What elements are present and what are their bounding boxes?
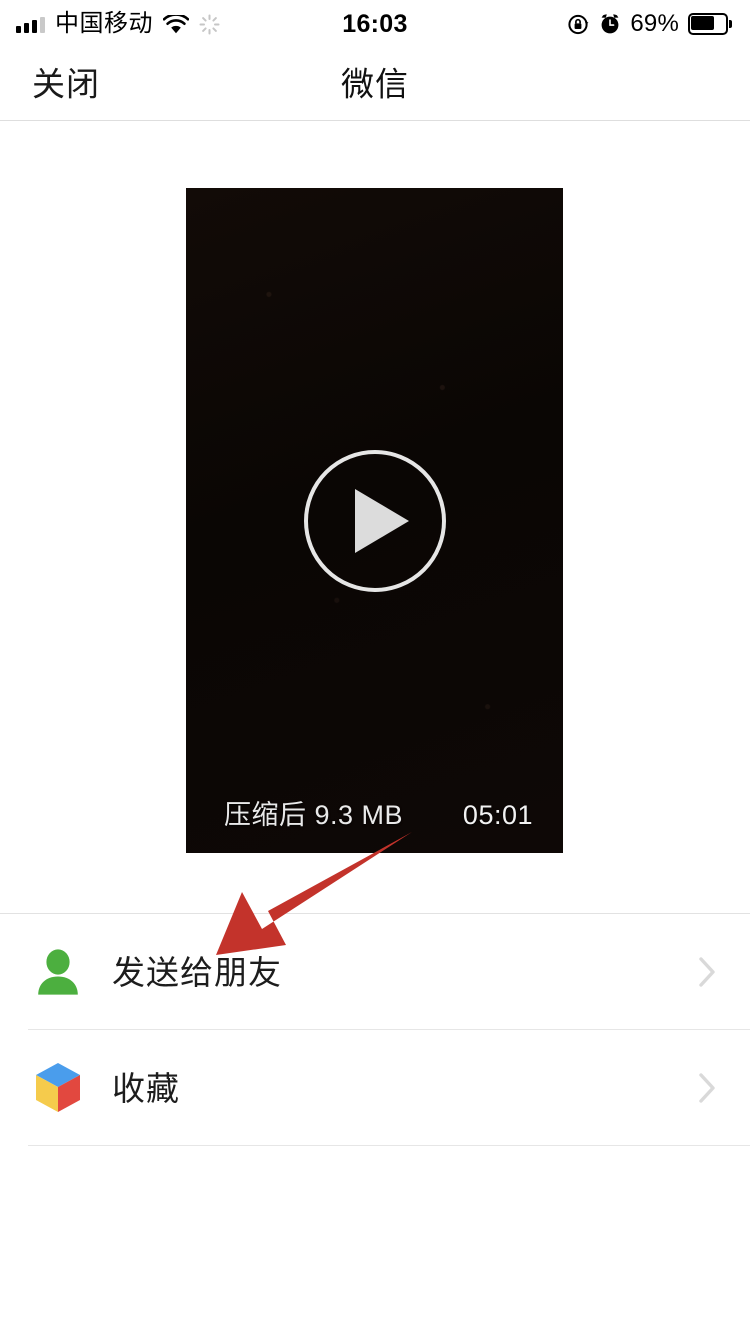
status-bar: 中国移动 16:03 69% (0, 0, 750, 48)
favorites-cube-icon (30, 1061, 86, 1115)
video-size-label: 压缩后 9.3 MB (224, 800, 404, 830)
chevron-right-icon (699, 957, 716, 987)
list-item-send-to-friend[interactable]: 发送给朋友 (0, 914, 750, 1030)
action-list: 发送给朋友 收藏 (0, 913, 750, 1146)
battery-icon (688, 13, 732, 35)
play-triangle (354, 488, 409, 553)
status-bar-clock: 16:03 (342, 10, 408, 38)
play-icon[interactable] (303, 449, 446, 592)
video-thumbnail[interactable]: 压缩后 9.3 MB 05:01 (186, 188, 563, 853)
chevron-right-icon (699, 1073, 716, 1103)
video-duration-label: 05:01 (462, 800, 533, 830)
video-preview-area: 压缩后 9.3 MB 05:01 (0, 122, 750, 912)
list-item-label: 收藏 (112, 1069, 180, 1107)
person-icon (30, 948, 86, 996)
list-item-label: 发送给朋友 (112, 953, 282, 991)
navigation-bar: 关闭 微信 (0, 48, 750, 121)
page-title: 微信 (341, 65, 409, 103)
row-divider (28, 1145, 750, 1146)
list-item-favorites[interactable]: 收藏 (0, 1030, 750, 1146)
phone-screen: 中国移动 16:03 69% 关闭 微信 压缩后 9.3 MB 05:01 发送… (0, 0, 750, 1334)
